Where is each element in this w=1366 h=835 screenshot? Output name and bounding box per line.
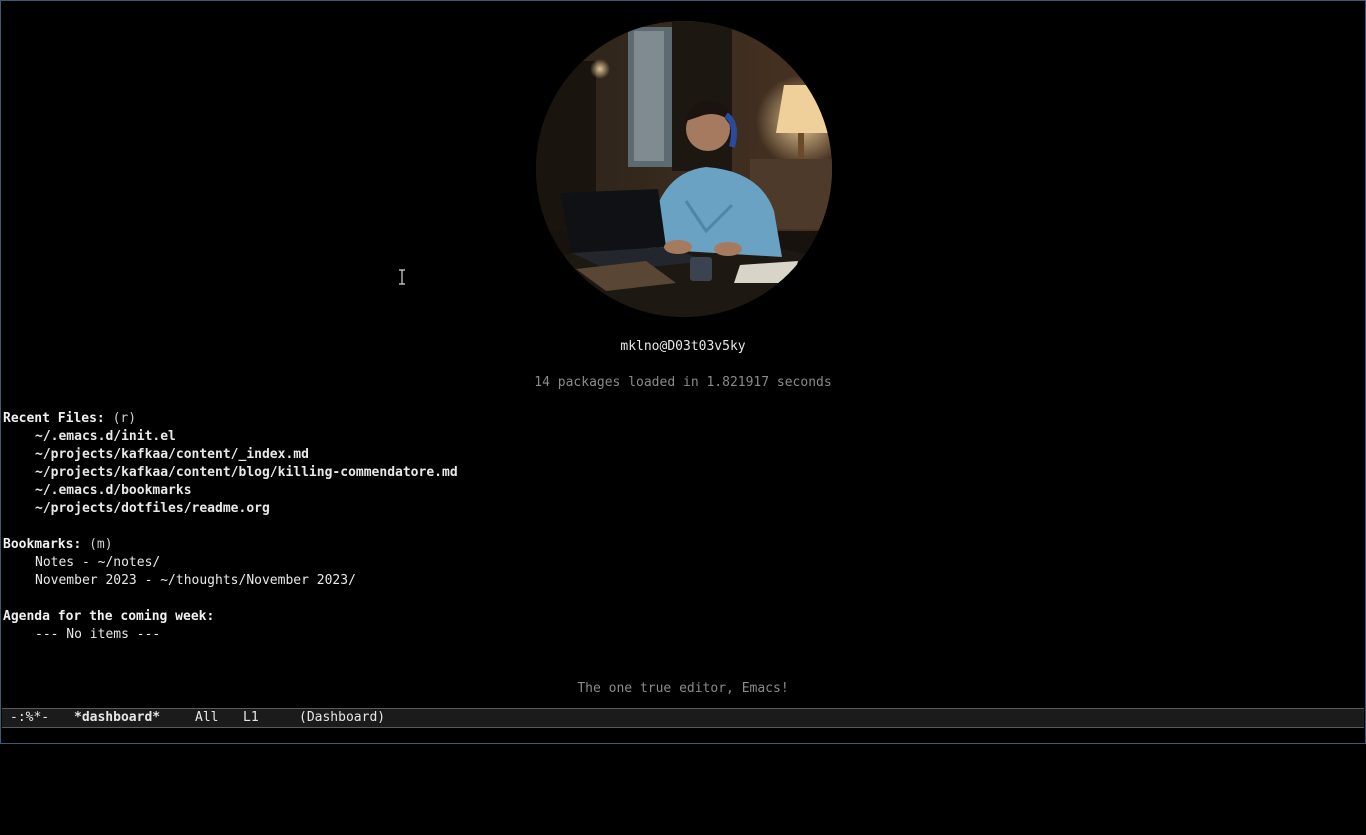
banner-photo bbox=[536, 21, 832, 317]
init-info-label: 14 packages loaded in 1.821917 seconds bbox=[534, 375, 832, 390]
recent-files-title: Recent Files: bbox=[3, 411, 105, 426]
recent-file-item[interactable]: ~/projects/kafkaa/content/blog/killing-c… bbox=[35, 464, 458, 482]
bookmarks-shortcut: (m) bbox=[89, 537, 113, 552]
ibeam-cursor-icon bbox=[399, 269, 405, 285]
modeline-buffer-name[interactable]: *dashboard* bbox=[74, 709, 160, 727]
modeline-status: -:%*- bbox=[10, 710, 50, 725]
recent-file-item[interactable]: ~/projects/dotfiles/readme.org bbox=[35, 500, 270, 518]
recent-files-shortcut: (r) bbox=[112, 411, 137, 426]
agenda-heading[interactable]: Agenda for the coming week: bbox=[3, 608, 214, 626]
banner-image bbox=[536, 21, 832, 317]
modeline-line-number: L1 bbox=[243, 710, 259, 725]
agenda-item: --- No items --- bbox=[35, 627, 161, 642]
bookmark-item[interactable]: November 2023 - ~/thoughts/November 2023… bbox=[35, 572, 356, 590]
bookmarks-title: Bookmarks: bbox=[3, 537, 82, 552]
recent-files-heading[interactable]: Recent Files: (r) bbox=[3, 410, 136, 428]
footer-message: The one true editor, Emacs! bbox=[577, 681, 789, 696]
modeline-position: All bbox=[195, 710, 219, 725]
recent-file-item[interactable]: ~/.emacs.d/init.el bbox=[35, 428, 176, 446]
emacs-frame: mklno@D03t03v5ky 14 packages loaded in 1… bbox=[0, 0, 1366, 744]
user-host-label: mklno@D03t03v5ky bbox=[620, 339, 746, 354]
recent-file-item[interactable]: ~/.emacs.d/bookmarks bbox=[35, 482, 192, 500]
modeline-major-mode[interactable]: (Dashboard) bbox=[299, 709, 385, 727]
dashboard-buffer[interactable]: mklno@D03t03v5ky 14 packages loaded in 1… bbox=[1, 1, 1365, 707]
bookmark-item[interactable]: Notes - ~/notes/ bbox=[35, 554, 160, 572]
recent-file-item[interactable]: ~/projects/kafkaa/content/_index.md bbox=[35, 446, 309, 464]
mode-line[interactable]: -:%*- *dashboard* All L1 (Dashboard) bbox=[2, 708, 1364, 728]
bookmarks-heading[interactable]: Bookmarks: (m) bbox=[3, 536, 113, 554]
minibuffer[interactable] bbox=[2, 728, 1364, 742]
